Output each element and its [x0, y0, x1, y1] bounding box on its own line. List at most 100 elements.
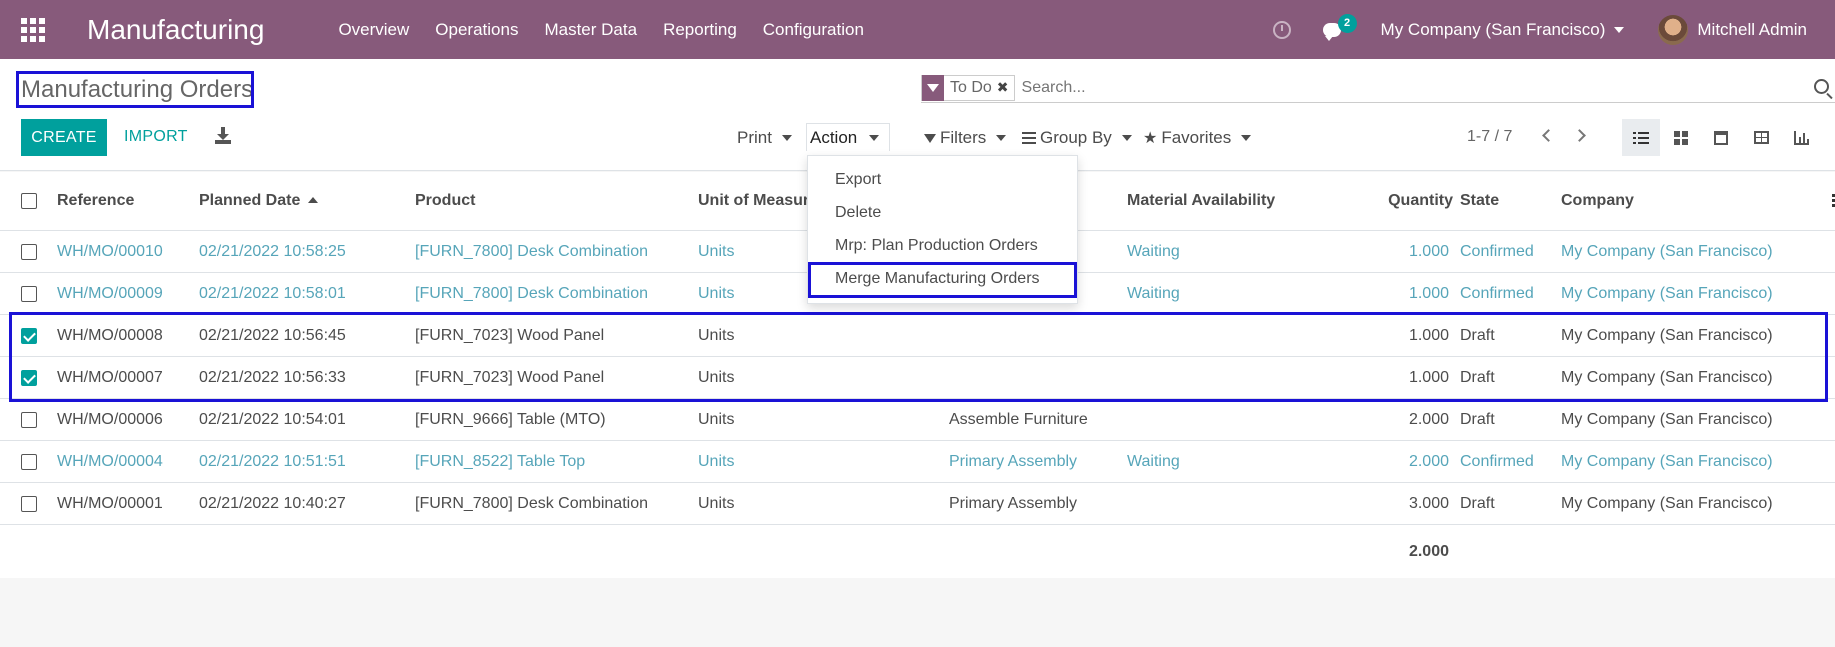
top-navbar: Manufacturing Overview Operations Master…	[0, 0, 1835, 59]
cell-product: [FURN_7800] Desk Combination	[415, 494, 648, 512]
messaging-button[interactable]: 2	[1322, 13, 1357, 41]
header-state[interactable]: State	[1460, 192, 1499, 210]
apps-menu-icon[interactable]	[0, 0, 66, 59]
cell-reference: WH/MO/00001	[57, 494, 163, 512]
search-input[interactable]	[1021, 78, 1722, 97]
cell-company: My Company (San Francisco)	[1561, 284, 1773, 302]
graph-view-icon	[1793, 130, 1809, 145]
calendar-view-icon	[1714, 130, 1728, 145]
chevron-right-icon[interactable]	[1573, 129, 1586, 142]
header-reference[interactable]: Reference	[57, 192, 134, 210]
user-menu[interactable]: Mitchell Admin	[1658, 14, 1807, 45]
pivot-view-button[interactable]	[1742, 119, 1780, 156]
graph-view-button[interactable]	[1782, 119, 1820, 156]
caret-down-icon	[869, 135, 879, 141]
header-product[interactable]: Product	[415, 192, 475, 210]
header-quantity[interactable]: Quantity	[1388, 192, 1453, 210]
row-checkbox[interactable]	[21, 453, 37, 470]
caret-down-icon	[996, 135, 1007, 141]
page-title: Manufacturing Orders	[21, 76, 254, 103]
cell-uom: Units	[698, 410, 735, 428]
header-material-availability[interactable]: Material Availability	[1127, 192, 1275, 210]
pager-value[interactable]: 1-7 / 7	[1467, 128, 1512, 146]
row-checkbox[interactable]	[21, 327, 37, 344]
action-export[interactable]: Export	[835, 171, 881, 189]
action-delete[interactable]: Delete	[835, 204, 881, 222]
menu-overview[interactable]: Overview	[338, 20, 409, 40]
cell-company: My Company (San Francisco)	[1561, 452, 1773, 470]
cell-reference: WH/MO/00004	[57, 452, 163, 470]
kanban-view-button[interactable]	[1662, 119, 1700, 156]
action-menu: Export Delete Mrp: Plan Production Order…	[807, 155, 1078, 304]
action-plan-production-orders[interactable]: Mrp: Plan Production Orders	[835, 237, 1038, 255]
header-planned-date-label: Planned Date	[199, 192, 301, 209]
cell-material-availability: Waiting	[1127, 242, 1180, 260]
favorites-label: Favorites	[1161, 128, 1232, 147]
kanban-view-icon	[1674, 130, 1688, 145]
calendar-view-button[interactable]	[1702, 119, 1740, 156]
cell-material-availability: Waiting	[1127, 452, 1180, 470]
favorites-dropdown[interactable]: ★ Favorites	[1143, 128, 1252, 148]
list-view-button[interactable]	[1622, 119, 1660, 156]
cell-quantity: 1.000	[1408, 242, 1449, 260]
row-checkbox[interactable]	[21, 369, 37, 386]
cell-state: Draft	[1460, 368, 1495, 386]
cell-route: Primary Assembly	[949, 494, 1078, 512]
create-button[interactable]: CREATE	[21, 119, 107, 156]
company-switcher[interactable]: My Company (San Francisco)	[1381, 20, 1625, 40]
menu-operations[interactable]: Operations	[435, 20, 518, 40]
cell-reference: WH/MO/00008	[57, 326, 163, 344]
select-all-checkbox[interactable]	[21, 193, 37, 209]
cell-planned-date: 02/21/2022 10:56:45	[199, 326, 346, 344]
cell-quantity: 1.000	[1408, 368, 1449, 386]
print-dropdown[interactable]: Print	[737, 128, 792, 148]
table-row[interactable]: WH/MO/00001 02/21/2022 10:40:27 [FURN_7800…	[0, 483, 1835, 525]
cell-state: Draft	[1460, 410, 1495, 428]
remove-facet-icon[interactable]: ✖	[997, 79, 1014, 96]
activity-clock-icon[interactable]	[1272, 20, 1291, 39]
cell-company: My Company (San Francisco)	[1561, 494, 1773, 512]
row-checkbox[interactable]	[21, 495, 37, 512]
menu-master-data[interactable]: Master Data	[544, 20, 637, 40]
menu-reporting[interactable]: Reporting	[663, 20, 737, 40]
cell-material-availability: Waiting	[1127, 284, 1180, 302]
caret-down-icon	[1241, 135, 1252, 141]
table-row[interactable]: WH/MO/00004 02/21/2022 10:51:51 [FURN_8522…	[0, 441, 1835, 483]
company-label: My Company (San Francisco)	[1380, 19, 1606, 39]
menu-configuration[interactable]: Configuration	[763, 20, 864, 40]
row-checkbox[interactable]	[21, 285, 37, 302]
download-icon[interactable]	[215, 127, 232, 144]
table-row[interactable]: WH/MO/00008 02/21/2022 10:56:45 [FURN_7023…	[0, 315, 1835, 357]
search-facet: To Do ✖	[921, 74, 1015, 101]
cell-company: My Company (San Francisco)	[1561, 410, 1773, 428]
list-view-icon	[1633, 131, 1649, 144]
star-icon: ★	[1143, 130, 1158, 147]
cell-state: Confirmed	[1460, 452, 1534, 470]
action-dropdown[interactable]: Action	[806, 123, 890, 151]
groupby-dropdown[interactable]: Group By	[1022, 128, 1132, 148]
cell-quantity: 2.000	[1408, 452, 1449, 470]
cell-company: My Company (San Francisco)	[1561, 242, 1773, 260]
cell-reference: WH/MO/00006	[57, 410, 163, 428]
cell-uom: Units	[698, 368, 735, 386]
import-button[interactable]: IMPORT	[124, 128, 188, 146]
table-row[interactable]: WH/MO/00007 02/21/2022 10:56:33 [FURN_7023…	[0, 357, 1835, 399]
search-bar: To Do ✖	[921, 73, 1835, 103]
header-company[interactable]: Company	[1561, 192, 1634, 210]
action-merge-manufacturing-orders[interactable]: Merge Manufacturing Orders	[835, 270, 1040, 288]
table-row[interactable]: WH/MO/00006 02/21/2022 10:54:01 [FURN_9666…	[0, 399, 1835, 441]
pivot-view-icon	[1753, 131, 1769, 144]
header-uom[interactable]: Unit of Measure	[698, 192, 818, 210]
cell-product: [FURN_7023] Wood Panel	[415, 326, 605, 344]
chevron-left-icon[interactable]	[1542, 129, 1555, 142]
cell-route: Assemble Furniture	[949, 410, 1088, 428]
cell-planned-date: 02/21/2022 10:54:01	[199, 410, 346, 428]
row-checkbox[interactable]	[21, 243, 37, 260]
search-icon[interactable]	[1814, 79, 1829, 94]
app-brand[interactable]: Manufacturing	[87, 14, 264, 46]
header-planned-date[interactable]: Planned Date	[199, 192, 319, 210]
caret-down-icon	[781, 135, 792, 141]
filter-icon	[924, 133, 936, 143]
row-checkbox[interactable]	[21, 411, 37, 428]
filters-dropdown[interactable]: Filters	[924, 128, 1007, 148]
